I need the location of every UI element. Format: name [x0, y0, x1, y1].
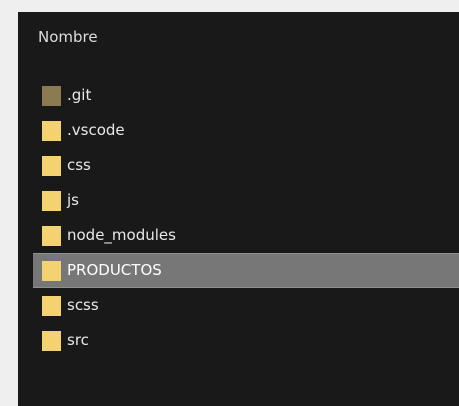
- folder-icon: [42, 156, 61, 176]
- list-item-git[interactable]: .git: [18, 78, 459, 113]
- file-explorer-pane: Nombre .git .vscode css js node_modules …: [18, 12, 459, 406]
- list-item-scss[interactable]: scss: [18, 288, 459, 323]
- list-item-vscode[interactable]: .vscode: [18, 113, 459, 148]
- list-item-label: src: [67, 331, 89, 349]
- list-item-css[interactable]: css: [18, 148, 459, 183]
- list-item-js[interactable]: js: [18, 183, 459, 218]
- list-item-label: PRODUCTOS: [67, 261, 162, 279]
- folder-icon: [42, 261, 61, 281]
- folder-icon: [42, 296, 61, 316]
- list-item-label: js: [67, 191, 79, 209]
- list-item-label: .git: [67, 86, 92, 104]
- folder-icon: [42, 331, 61, 351]
- list-item-productos-selected[interactable]: PRODUCTOS: [33, 253, 459, 288]
- list-item-label: css: [67, 156, 91, 174]
- list-item-node-modules[interactable]: node_modules: [18, 218, 459, 253]
- list-item-label: .vscode: [67, 121, 125, 139]
- folder-icon: [42, 226, 61, 246]
- file-list: .git .vscode css js node_modules PRODUCT…: [18, 78, 459, 358]
- list-item-label: node_modules: [67, 226, 176, 244]
- folder-icon: [42, 191, 61, 211]
- list-item-src[interactable]: src: [18, 323, 459, 358]
- list-item-label: scss: [67, 296, 99, 314]
- folder-icon: [42, 121, 61, 141]
- hidden-folder-icon: [42, 86, 61, 106]
- column-header-name[interactable]: Nombre: [38, 27, 98, 47]
